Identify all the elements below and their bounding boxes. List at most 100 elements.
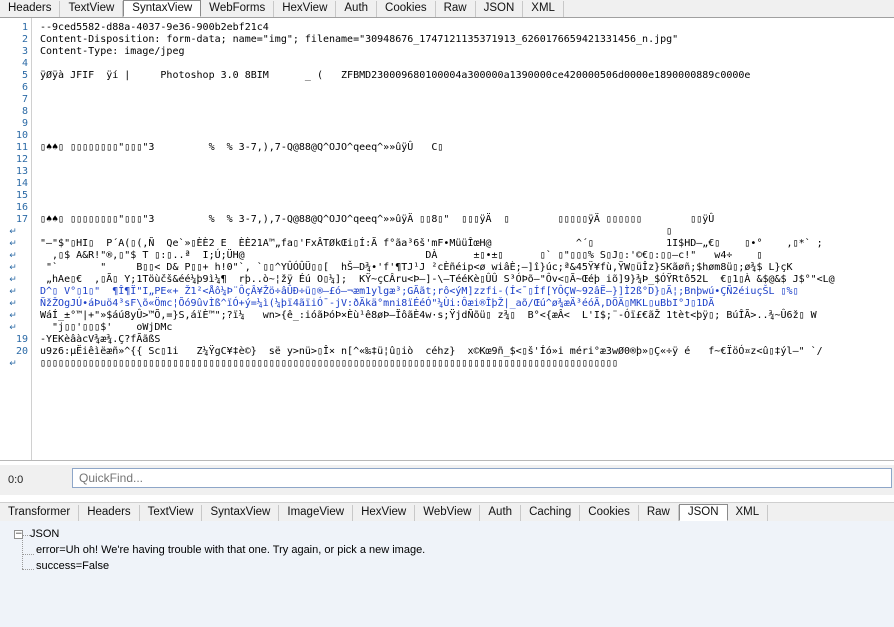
syntax-view-editor[interactable]: 1 --9ced5582-d88a-4037-9e36-900b2ebf21c4 2… [0,18,894,461]
line-number: 20 [15,346,28,357]
tab-top-raw[interactable]: Raw [436,1,476,17]
code-line: 7 [0,94,894,106]
line-number: 3 [21,46,28,57]
tree-node-success[interactable]: success=False [36,559,109,574]
code-line: 2 Content-Disposition: form-data; name="i… [0,34,894,46]
line-text: u9z6:µËiêìëæñ»^{{ Sc▯1i Z¼ŸgC¥‡è©} së y>… [40,346,823,357]
tab-top-cookies[interactable]: Cookies [377,1,436,17]
line-text: WáÍ_±°™|+"»$áú8yÛ>™Õ,=}S,áïÈ™";?ï¼ wn>{ê… [40,310,817,321]
line-text: "j▯▯'▯▯▯$' oWjDMc [40,322,173,333]
code-line: 11 ▯♠♠▯ ▯▯▯▯▯▯▯▯"▯▯▯"3 % % 3-7,),7-Q@88@Q… [0,142,894,154]
line-text: ▯♠♠▯ ▯▯▯▯▯▯▯▯"▯▯▯"3 % % 3-7,),7-Q@88@Q^O… [40,214,715,225]
tree-node-root[interactable]: JSON [30,527,59,542]
wrap-continuation-icon: ↵ [9,323,17,333]
line-number: 1 [21,22,28,33]
tab-top-syntaxview[interactable]: SyntaxView [123,0,202,17]
code-line: 15 [0,190,894,202]
tab-bottom-cookies[interactable]: Cookies [580,505,639,521]
tab-bottom-xml[interactable]: XML [728,505,769,521]
tab-bottom-headers[interactable]: Headers [79,505,140,521]
tab-bottom-hexview[interactable]: HexView [353,505,416,521]
wrap-continuation-icon: ↵ [9,227,17,237]
line-text: "–"$"▯HI▯ P´A(▯(,Ñ Qe`»▯ÈÈ2 E ÈÈ21A™„fa▯… [40,238,823,249]
code-line: 17 ▯♠♠▯ ▯▯▯▯▯▯▯▯"▯▯▯"3 % % 3-7,),7-Q@88@Q… [0,214,894,226]
tab-bottom-syntaxview[interactable]: SyntaxView [202,505,280,521]
json-tree-view[interactable]: − JSON error=Uh oh! We're having trouble… [0,521,894,627]
line-text: ▯♠♠▯ ▯▯▯▯▯▯▯▯"▯▯▯"3 % % 3-7,),7-Q@88@Q^O… [40,142,444,153]
quickfind-input[interactable] [72,468,892,488]
tab-bottom-raw[interactable]: Raw [639,505,679,521]
tab-bottom-caching[interactable]: Caching [521,505,581,521]
tab-top-auth[interactable]: Auth [336,1,378,17]
tab-top-webforms[interactable]: WebForms [201,1,275,17]
request-tab-bar: Headers TextView SyntaxView WebForms HexView… [0,0,894,18]
tab-top-xml[interactable]: XML [523,1,564,17]
tab-top-hexview[interactable]: HexView [274,1,337,17]
code-line: 20 u9z6:µËiêìëæñ»^{{ Sc▯1i Z¼ŸgC¥‡è©} së … [0,346,894,358]
code-line: ↵ D^▯ V°▯1▯" ¶Î¶Ï"I„PE«+ Ž1²<Åô¼Þ¨ÔçÂ¥Žö÷… [0,286,894,298]
line-text: Content-Type: image/jpeg [40,46,185,57]
line-number: 2 [21,34,28,45]
tab-top-headers[interactable]: Headers [0,1,61,17]
line-text: ,▯$ A&R!"®,▯"$ T ▯:▯..ª I;Ú;ÜH@ DÀ ±▯•±▯… [40,250,763,261]
code-line: 1 --9ced5582-d88a-4037-9e36-900b2ebf21c4 [0,22,894,34]
line-number: 13 [15,166,28,177]
code-line: 6 [0,82,894,94]
response-tab-bar: Transformer Headers TextView SyntaxView Imag… [0,502,894,522]
code-line: 10 [0,130,894,142]
wrap-continuation-icon: ↵ [9,251,17,261]
line-text: --9ced5582-d88a-4037-9e36-900b2ebf21c4 [40,22,269,33]
line-number: 8 [21,106,28,117]
line-number: 11 [15,142,28,153]
tree-node-error[interactable]: error=Uh oh! We're having trouble with t… [36,543,425,558]
tab-bottom-imageview[interactable]: ImageView [279,505,354,521]
wrap-continuation-icon: ↵ [9,359,17,369]
code-line: ↵ WáÍ_±°™|+"»$áú8yÛ>™Õ,=}S,áïÈ™";?ï¼ wn>{… [0,310,894,322]
line-text: "` " B▯▯< D& P▯▯+ h!0"`, `▯▯^YÛÓÛÜ▯▯[ hŠ… [40,262,793,273]
line-text: D^▯ V°▯1▯" ¶Î¶Ï"I„PE«+ Ž1²<Åô¼Þ¨ÔçÂ¥Žö÷â… [40,286,799,297]
code-line: 4 [0,58,894,70]
tab-top-textview[interactable]: TextView [60,1,124,17]
line-number: 16 [15,202,28,213]
code-line: 8 [0,106,894,118]
line-text: ÿØÿà JFIF ÿí | Photoshop 3.0 8BIM _ ( ZF… [40,70,751,81]
wrap-continuation-icon: ↵ [9,299,17,309]
line-number: 14 [15,178,28,189]
line-number: 15 [15,190,28,201]
status-bar: 0:0 [0,465,894,495]
wrap-continuation-icon: ↵ [9,275,17,285]
code-line: ↵ "j▯▯'▯▯▯$' oWjDMc [0,322,894,334]
line-number: 17 [15,214,28,225]
tab-bottom-transformer[interactable]: Transformer [0,505,80,521]
line-number: 5 [21,70,28,81]
code-line: ↵ ÑžŽOgJÚ•áÞuö4³sF\õ«Ömc¦Õó9ûvÌß^ïÓ+ý=¼ì(… [0,298,894,310]
code-line: 3 Content-Type: image/jpeg [0,46,894,58]
line-number: 10 [15,130,28,141]
line-number: 4 [21,58,28,69]
code-line: 9 [0,118,894,130]
code-line: ↵ ,▯$ A&R!"®,▯"$ T ▯:▯..ª I;Ú;ÜH@ DÀ ±▯•… [0,250,894,262]
cursor-position: 0:0 [8,474,24,486]
wrap-continuation-icon: ↵ [9,287,17,297]
tab-bottom-auth[interactable]: Auth [480,505,522,521]
line-text: „hAe▯€ ,▯Ã▯ Y;1Töùčš&éé¼þ9ì¼¶ rþ..ò~¦žÿ … [40,274,835,285]
code-line: 19 -YEKèâàcV¾æ¾.Ç?fÃãßS [0,334,894,346]
tab-bottom-webview[interactable]: WebView [415,505,481,521]
line-text: -YEKèâàcV¾æ¾.Ç?fÃãßS [40,334,161,345]
code-line: ↵ "` " B▯▯< D& P▯▯+ h!0"`, `▯▯^YÛÓÛÜ▯▯[ … [0,262,894,274]
tree-guide-line [22,535,30,536]
tab-top-json[interactable]: JSON [476,1,524,17]
wrap-continuation-icon: ↵ [9,311,17,321]
line-number: 19 [15,334,28,345]
tab-bottom-json[interactable]: JSON [678,504,728,521]
minus-toggle-icon[interactable]: − [14,530,23,539]
tab-bottom-textview[interactable]: TextView [140,505,203,521]
tree-guide-line [22,554,34,555]
code-line: 13 [0,166,894,178]
code-line: 14 [0,178,894,190]
line-number: 6 [21,82,28,93]
code-line: 5 ÿØÿà JFIF ÿí | Photoshop 3.0 8BIM _ ( Z… [0,70,894,82]
line-number: 12 [15,154,28,165]
line-text: Content-Disposition: form-data; name="im… [40,34,679,45]
line-text: ▯▯▯▯▯▯▯▯▯▯▯▯▯▯▯▯▯▯▯▯▯▯▯▯▯▯▯▯▯▯▯▯▯▯▯▯▯▯▯▯… [40,358,618,369]
